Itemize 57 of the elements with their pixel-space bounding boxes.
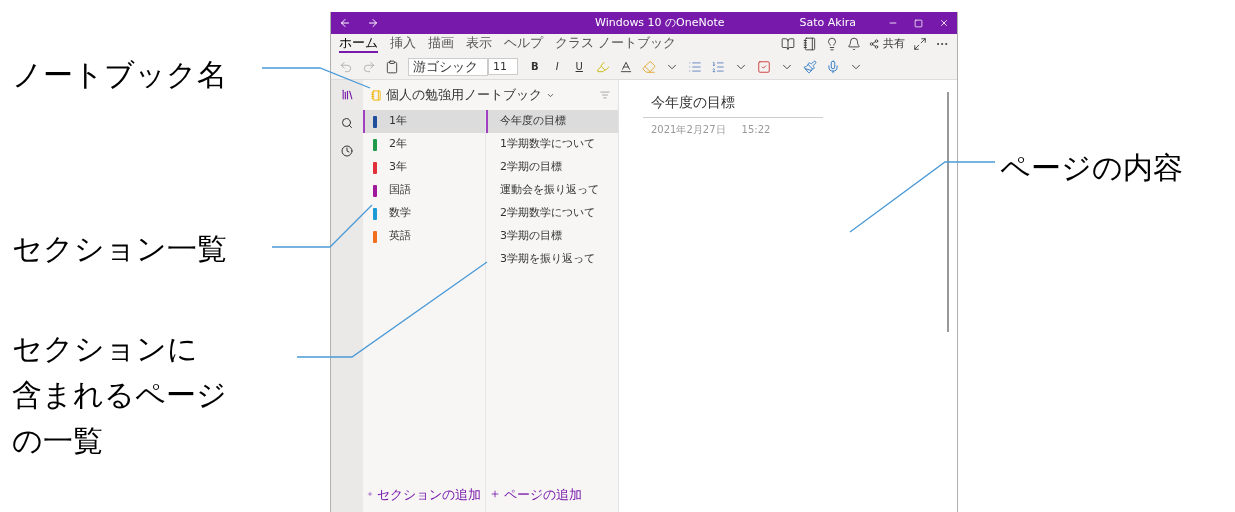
- page-item[interactable]: 2学期数学について: [486, 202, 618, 225]
- page-item[interactable]: 2学期の目標: [486, 156, 618, 179]
- page-item[interactable]: 3学期を振り返って: [486, 248, 618, 271]
- add-page-button[interactable]: ページの追加: [486, 484, 618, 504]
- ribbon-tab[interactable]: ヘルプ: [504, 35, 543, 53]
- recent-icon[interactable]: [341, 145, 353, 157]
- bold-button[interactable]: B: [527, 59, 543, 74]
- notebooks-icon[interactable]: [340, 88, 354, 101]
- ribbon-tab[interactable]: 表示: [466, 35, 492, 53]
- page-time: 15:22: [741, 123, 771, 137]
- callout-label: セクション一覧: [12, 230, 227, 268]
- share-button[interactable]: 共有: [869, 35, 905, 53]
- back-icon[interactable]: [339, 17, 351, 29]
- page-date: 2021年2月27日: [651, 123, 726, 137]
- ribbon-tab[interactable]: クラス ノートブック: [555, 35, 677, 53]
- brush-icon[interactable]: [802, 59, 817, 74]
- section-item[interactable]: 英語: [363, 225, 485, 248]
- lightbulb-icon[interactable]: [825, 37, 839, 51]
- italic-button[interactable]: I: [551, 59, 563, 74]
- notebook-icon[interactable]: [803, 37, 817, 51]
- checkbox-tag-icon[interactable]: [756, 59, 771, 74]
- page-item[interactable]: 運動会を振り返って: [486, 179, 618, 202]
- add-section-button[interactable]: セクションの追加: [363, 484, 485, 504]
- share-icon: [869, 39, 879, 49]
- numbered-list-icon[interactable]: [710, 59, 725, 74]
- section-item[interactable]: 3年: [363, 156, 485, 179]
- ribbon-tab[interactable]: 描画: [428, 35, 454, 53]
- notebook-icon: [371, 89, 382, 101]
- close-icon[interactable]: [939, 18, 949, 28]
- section-item[interactable]: 国語: [363, 179, 485, 202]
- page-title[interactable]: 今年度の目標: [643, 92, 823, 118]
- plus-icon: [490, 489, 500, 500]
- page-item[interactable]: 1学期数学について: [486, 133, 618, 156]
- bell-icon[interactable]: [847, 37, 861, 51]
- search-icon[interactable]: [341, 117, 353, 129]
- notebook-dropdown[interactable]: 個人の勉強用ノートブック: [386, 85, 555, 105]
- callout-label: ページの内容: [1000, 149, 1183, 187]
- section-item[interactable]: 数学: [363, 202, 485, 225]
- page-item[interactable]: 3学期の目標: [486, 225, 618, 248]
- page-item[interactable]: 今年度の目標: [486, 110, 618, 133]
- paste-icon[interactable]: [385, 59, 399, 74]
- section-item[interactable]: 1年: [363, 110, 485, 133]
- microphone-icon[interactable]: [825, 59, 840, 74]
- section-item[interactable]: 2年: [363, 133, 485, 156]
- expand-icon[interactable]: [913, 37, 927, 51]
- callout-label: セクションに 含まれるページ の一覧: [12, 330, 227, 460]
- book-icon[interactable]: [781, 37, 795, 51]
- maximize-icon[interactable]: [914, 18, 923, 28]
- font-color-icon[interactable]: [618, 59, 633, 74]
- user-name: Sato Akira: [799, 14, 856, 31]
- forward-icon[interactable]: [367, 17, 379, 29]
- ribbon-tab[interactable]: 挿入: [390, 35, 416, 53]
- font-field[interactable]: 游ゴシック: [408, 57, 488, 76]
- window-title: Windows 10 のOneNote: [595, 14, 725, 31]
- font-size-field[interactable]: 11: [488, 57, 518, 75]
- callout-label: ノートブック名: [12, 56, 227, 94]
- underline-button[interactable]: U: [571, 59, 587, 74]
